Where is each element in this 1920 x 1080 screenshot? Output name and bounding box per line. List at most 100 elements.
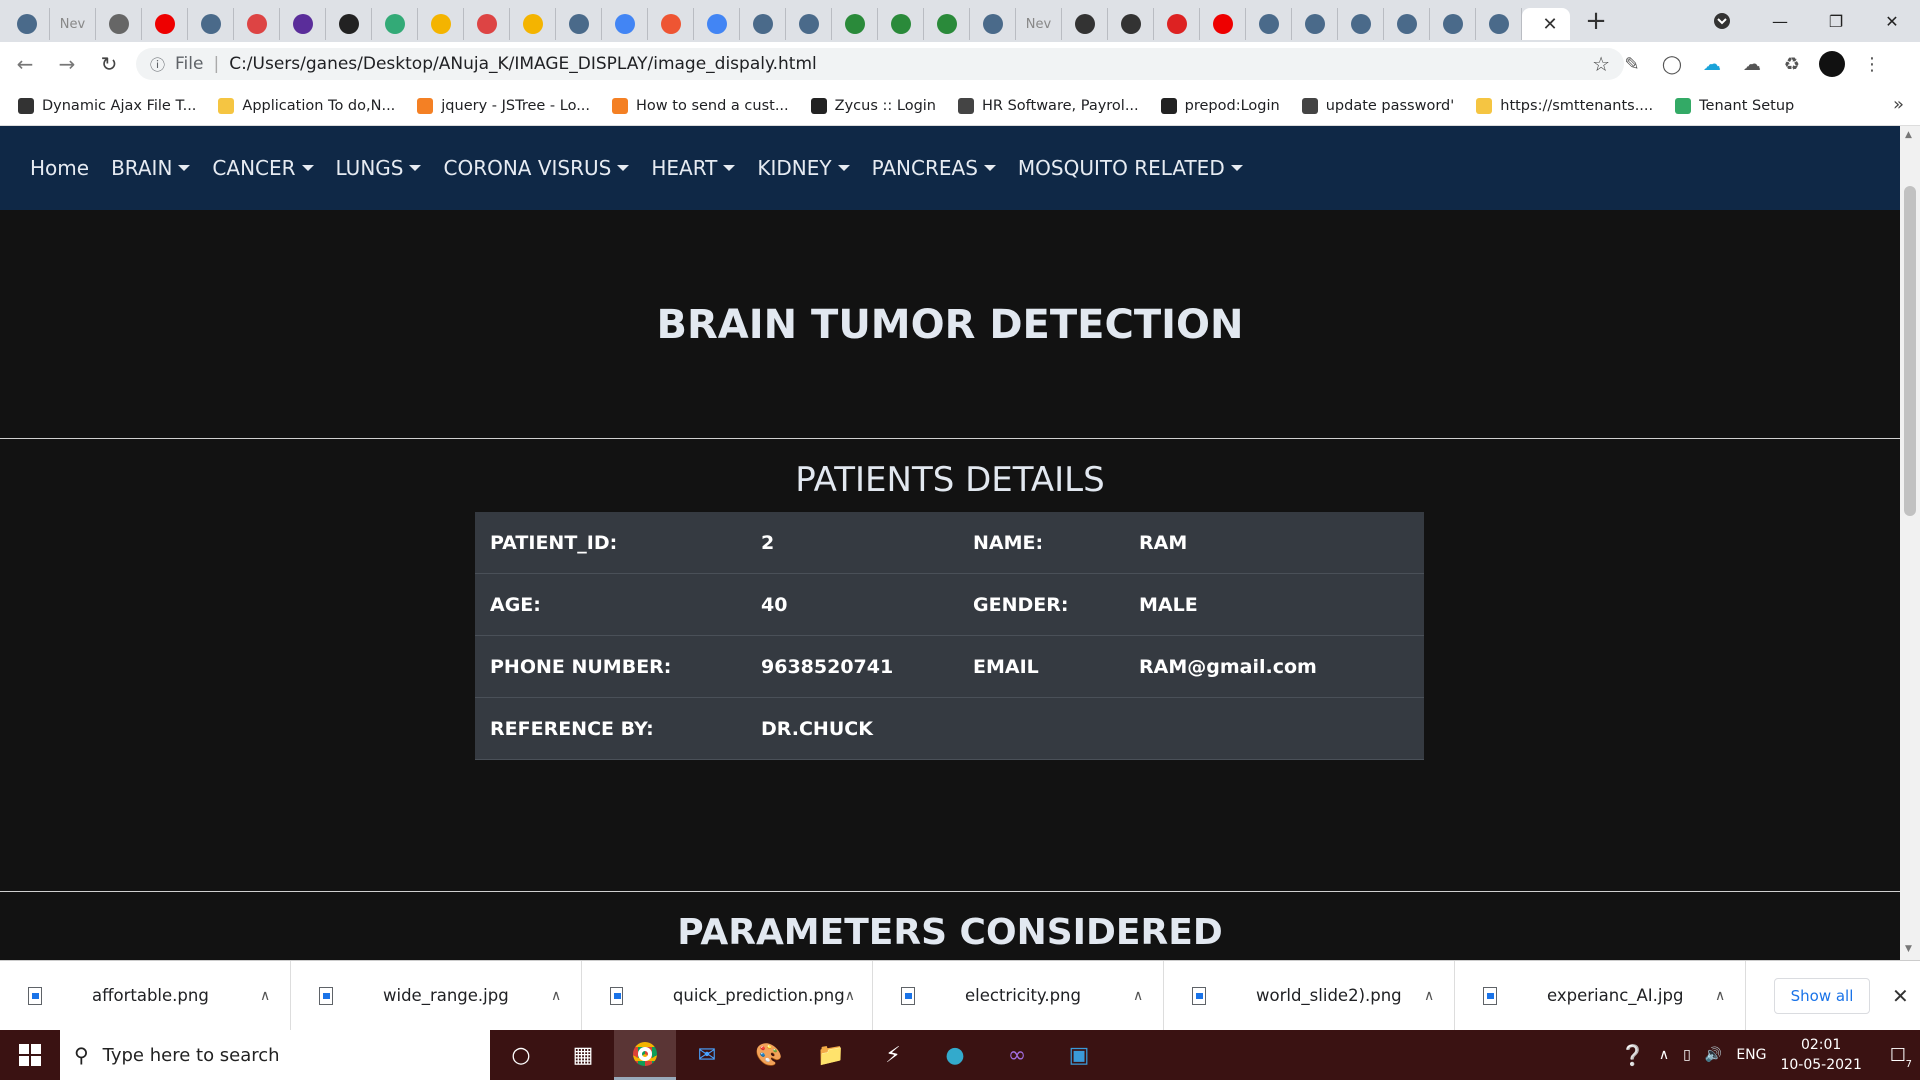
download-item[interactable]: electricity.png ∧ <box>873 960 1164 1031</box>
close-window-icon[interactable]: ✕ <box>1864 0 1920 42</box>
browser-tab[interactable] <box>1384 8 1430 40</box>
browser-tab[interactable]: Nev <box>1016 8 1062 40</box>
browser-tab[interactable] <box>280 8 326 40</box>
browser-tab[interactable] <box>464 8 510 40</box>
paint-icon[interactable]: 🎨 <box>738 1030 800 1080</box>
browser-tab[interactable] <box>1246 8 1292 40</box>
file-explorer-icon[interactable]: 📁 <box>800 1030 862 1080</box>
browser-tab[interactable] <box>372 8 418 40</box>
bookmark-item[interactable]: https://smttenants.... <box>1476 97 1653 114</box>
nav-item-cancer[interactable]: CANCER <box>212 156 314 180</box>
page-scrollbar[interactable]: ▲ ▼ <box>1900 126 1920 960</box>
show-all-button[interactable]: Show all <box>1774 977 1870 1014</box>
bookmarks-overflow-icon[interactable]: » <box>1893 94 1904 115</box>
chevron-up-icon[interactable]: ∧ <box>845 988 872 1004</box>
chevron-up-icon[interactable]: ∧ <box>1133 988 1163 1004</box>
browser-tab-active[interactable]: ✕ <box>1522 8 1570 40</box>
nav-item-lungs[interactable]: LUNGS <box>336 156 422 180</box>
mail-icon[interactable]: ✉ <box>676 1030 738 1080</box>
browser-tab[interactable] <box>1108 8 1154 40</box>
cortana-icon[interactable]: ○ <box>490 1030 552 1080</box>
bookmark-item[interactable]: Application To do,N... <box>218 97 395 114</box>
browser-tab[interactable] <box>740 8 786 40</box>
browser-tab[interactable] <box>694 8 740 40</box>
browser-tab[interactable] <box>1200 8 1246 40</box>
bookmark-item[interactable]: prepod:Login <box>1160 97 1280 114</box>
nav-item-brain[interactable]: BRAIN <box>111 156 191 180</box>
browser-tab[interactable] <box>878 8 924 40</box>
browser-tab[interactable] <box>234 8 280 40</box>
new-tab-icon[interactable]: + <box>1576 5 1616 37</box>
help-icon[interactable]: ❔ <box>1620 1043 1645 1067</box>
browser-tab[interactable] <box>602 8 648 40</box>
nav-item-home[interactable]: Home <box>30 156 89 180</box>
extension-cloud-icon[interactable]: ☁ <box>1732 48 1772 80</box>
reload-icon[interactable]: ↻ <box>92 47 126 81</box>
volume-icon[interactable]: 🔊 <box>1705 1047 1722 1063</box>
tab-search-icon[interactable] <box>1708 10 1736 32</box>
nav-item-kidney[interactable]: KIDNEY <box>757 156 850 180</box>
battery-icon[interactable]: ▯ <box>1683 1047 1691 1063</box>
chevron-up-icon[interactable]: ∧ <box>551 988 581 1004</box>
back-icon[interactable]: ← <box>8 47 42 81</box>
browser-tab[interactable] <box>970 8 1016 40</box>
bookmark-item[interactable]: update password' <box>1301 97 1454 114</box>
eyedropper-icon[interactable]: ✎ <box>1612 48 1652 80</box>
avatar[interactable] <box>1812 48 1852 80</box>
browser-tab[interactable] <box>1430 8 1476 40</box>
tray-chevron-icon[interactable]: ∧ <box>1659 1047 1669 1063</box>
star-icon[interactable]: ☆ <box>1592 52 1610 76</box>
browser-tab[interactable] <box>1338 8 1384 40</box>
tab-close-icon[interactable]: ✕ <box>1542 14 1557 35</box>
browser-tab[interactable] <box>4 8 50 40</box>
address-url[interactable]: C:/Users/ganes/Desktop/ANuja_K/IMAGE_DIS… <box>229 54 817 74</box>
bookmark-item[interactable]: Tenant Setup <box>1675 97 1794 114</box>
browser-tab[interactable] <box>188 8 234 40</box>
download-item[interactable]: experianc_AI.jpg ∧ <box>1455 960 1746 1031</box>
minimize-icon[interactable]: — <box>1752 0 1808 42</box>
bookmark-item[interactable]: How to send a cust... <box>612 97 789 114</box>
download-item[interactable]: quick_prediction.png ∧ <box>582 960 873 1031</box>
browser-tab[interactable] <box>556 8 602 40</box>
clock[interactable]: 02:01 10-05-2021 <box>1780 1035 1875 1075</box>
puzzle-icon[interactable]: ♻ <box>1772 48 1812 80</box>
info-icon[interactable]: ⓘ <box>150 54 165 75</box>
chrome-icon[interactable] <box>614 1030 676 1080</box>
browser-tab[interactable] <box>418 8 464 40</box>
scroll-down-icon[interactable]: ▼ <box>1905 944 1912 954</box>
nav-item-pancreas[interactable]: PANCREAS <box>872 156 996 180</box>
download-item[interactable]: world_slide2).png ∧ <box>1164 960 1455 1031</box>
chevron-up-icon[interactable]: ∧ <box>1424 988 1454 1004</box>
nav-item-heart[interactable]: HEART <box>651 156 736 180</box>
photos-icon[interactable]: ▣ <box>1048 1030 1110 1080</box>
browser-tab[interactable] <box>510 8 556 40</box>
taskbar-search[interactable]: ⚲ Type here to search <box>60 1030 490 1080</box>
browser-tab[interactable] <box>1062 8 1108 40</box>
browser-tab[interactable] <box>326 8 372 40</box>
extension-cloud-blue-icon[interactable]: ☁ <box>1692 48 1732 80</box>
task-view-icon[interactable]: ▦ <box>552 1030 614 1080</box>
nav-item-corona-visrus[interactable]: CORONA VISRUS <box>443 156 630 180</box>
bookmark-item[interactable]: Zycus :: Login <box>810 97 936 114</box>
nav-item-mosquito-related[interactable]: MOSQUITO RELATED <box>1018 156 1243 180</box>
browser-tab[interactable] <box>96 8 142 40</box>
extension-circle-icon[interactable]: ◯ <box>1652 48 1692 80</box>
menu-icon[interactable]: ⋮ <box>1852 48 1892 80</box>
browser-tab[interactable]: Nev <box>50 8 96 40</box>
visual-studio-icon[interactable]: ∞ <box>986 1030 1048 1080</box>
download-item[interactable]: wide_range.jpg ∧ <box>291 960 582 1031</box>
vscode-lightning-icon[interactable]: ⚡ <box>862 1030 924 1080</box>
language-label[interactable]: ENG <box>1736 1047 1766 1063</box>
chevron-up-icon[interactable]: ∧ <box>1715 988 1745 1004</box>
chevron-up-icon[interactable]: ∧ <box>260 988 290 1004</box>
notification-icon[interactable]: ☐ 7 <box>1890 1045 1912 1070</box>
close-icon[interactable]: ✕ <box>1892 984 1909 1008</box>
scrollbar-thumb[interactable] <box>1904 186 1916 516</box>
browser-tab[interactable] <box>1476 8 1522 40</box>
start-button[interactable] <box>0 1030 60 1080</box>
address-bar[interactable]: ⓘ File | C:/Users/ganes/Desktop/ANuja_K/… <box>136 48 1624 80</box>
forward-icon[interactable]: → <box>50 47 84 81</box>
restore-icon[interactable]: ❐ <box>1808 0 1864 42</box>
download-item[interactable]: affortable.png ∧ <box>0 960 291 1031</box>
edge-icon[interactable]: ● <box>924 1030 986 1080</box>
